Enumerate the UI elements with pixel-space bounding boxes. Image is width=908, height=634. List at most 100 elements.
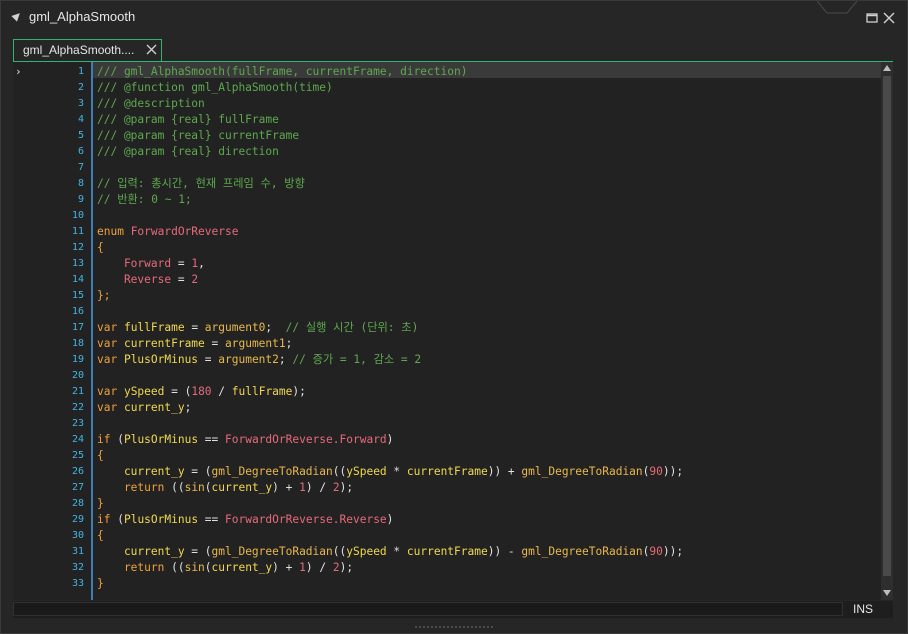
tab-close-icon[interactable] [145,43,158,56]
code-line[interactable]: /// @function gml_AlphaSmooth(time) [97,80,333,96]
code-token: currentFrame [123,337,212,350]
code-token: { [97,241,104,254]
code-line[interactable]: /// gml_AlphaSmooth(fullFrame, currentFr… [97,64,467,80]
code-token: Reverse [97,273,178,286]
code-token: = [177,257,192,270]
code-token: ); [339,481,354,494]
code-line[interactable]: /// @param {real} direction [97,144,279,160]
code-line[interactable]: current_y = (gml_DegreeToRadian((ySpeed … [97,464,683,480]
code-token: /// gml_AlphaSmooth(fullFrame, currentFr… [97,65,468,78]
code-token: Forward [97,257,178,270]
line-number: 6 [77,146,84,157]
code-line[interactable]: { [97,240,104,256]
code-token: )); [662,465,684,478]
code-token: ySpeed [346,545,387,558]
scroll-down-icon[interactable] [883,590,891,596]
line-number: 2 [77,82,84,93]
title-bar[interactable]: gml_AlphaSmooth [1,1,907,33]
code-editor[interactable]: › 1 2 3 4 5 6 7 8 9 10 11 12 13 14 15 16 17 18 19 20 21 22 23 2… [13,61,893,600]
code-token: / [211,385,232,398]
code-token: * [386,545,407,558]
code-token: } [97,577,104,590]
code-token: /// @param {real} direction [97,145,279,158]
code-line[interactable]: var PlusOrMinus = argument2; // 증가 = 1, … [97,352,421,368]
code-token: * [386,465,407,478]
code-token: ) / [305,561,333,574]
code-line[interactable]: { [97,528,104,544]
code-line[interactable]: if (PlusOrMinus == ForwardOrReverse.Forw… [97,432,393,448]
line-number-gutter: › 1 2 3 4 5 6 7 8 9 10 11 12 13 14 15 16 17 18 19 20 21 22 23 2… [13,62,91,600]
code-line[interactable]: return ((sin(current_y) + 1) / 2); [97,560,353,576]
line-number: 15 [71,290,84,301]
code-line[interactable]: var current_y; [97,400,191,416]
code-token: argument1 [225,337,286,350]
code-token: = [204,353,219,366]
code-token: /// @param {real} fullFrame [97,113,279,126]
code-line[interactable]: { [97,448,104,464]
line-number: 11 [71,226,84,237]
code-line[interactable]: /// @param {real} fullFrame [97,112,279,128]
line-number: 28 [71,498,84,509]
code-token: var [97,337,124,350]
code-line[interactable]: enum ForwardOrReverse [97,224,238,240]
code-token: (( [332,545,347,558]
code-line[interactable]: Forward = 1, [97,256,205,272]
code-line[interactable]: var fullFrame = argument0; // 실행 시간 (단위:… [97,320,418,336]
code-token: current_y [123,401,185,414]
code-token: 90 [649,465,663,478]
code-token: )); [662,545,684,558]
code-line[interactable]: return ((sin(current_y) + 1) / 2); [97,480,353,496]
code-token: 180 [191,385,212,398]
line-number: 20 [71,370,84,381]
code-token: 2 [332,481,340,494]
line-number: 9 [77,194,84,205]
line-number: 23 [71,418,84,429]
tab-gml-alphasmooth[interactable]: gml_AlphaSmooth.... [13,39,162,61]
line-number: 10 [71,210,84,221]
code-line[interactable]: /// @param {real} currentFrame [97,128,299,144]
code-line[interactable]: // 입력: 총시간, 현재 프레임 수, 방향 [97,176,305,192]
code-line[interactable]: } [97,496,104,512]
line-number: 21 [71,386,84,397]
vertical-scrollbar[interactable] [881,62,893,600]
line-number: 30 [71,530,84,541]
code-line[interactable]: current_y = (gml_DegreeToRadian((ySpeed … [97,544,683,560]
code-line[interactable]: // 반환: 0 ~ 1; [97,192,192,208]
code-token: // 입력: 총시간, 현재 프레임 수, 방향 [97,177,305,190]
line-number: 7 [77,162,84,173]
code-token: argument0 [204,321,266,334]
code-line[interactable]: if (PlusOrMinus == ForwardOrReverse.Reve… [97,512,393,528]
code-line[interactable]: /// @description [97,96,205,112]
line-number: 18 [71,338,84,349]
line-number: 32 [71,562,84,573]
code-token: )) - [487,545,522,558]
code-line[interactable]: Reverse = 2 [97,272,198,288]
code-token: (( [171,481,185,494]
code-token: (( [332,465,347,478]
code-line[interactable]: }; [97,288,110,304]
code-line[interactable]: var currentFrame = argument1; [97,336,292,352]
scroll-up-icon[interactable] [883,65,891,71]
line-number: 19 [71,354,84,365]
collapse-arrow-icon[interactable] [11,10,23,22]
code-line[interactable]: var ySpeed = (180 / fullFrame); [97,384,306,400]
code-token: // 실행 시간 (단위: 초) [285,321,419,334]
line-number: 33 [71,578,84,589]
code-token: 1 [299,481,306,494]
code-line[interactable]: } [97,576,104,592]
title-notch [817,1,857,14]
code-token: var [97,321,124,334]
code-token: PlusOrMinus [123,513,205,526]
scrollbar-thumb[interactable] [883,76,891,576]
code-token: ForwardOrReverse [130,225,239,238]
code-token: /// @description [97,97,205,110]
close-icon[interactable] [882,11,896,25]
line-number: 13 [71,258,84,269]
code-token: ; [184,401,192,414]
code-token: sin [184,561,205,574]
status-message-field [13,602,843,616]
code-token: current_y [97,545,192,558]
maximize-icon[interactable] [865,11,879,25]
resize-grip[interactable] [415,624,495,630]
code-token: = ( [191,465,212,478]
